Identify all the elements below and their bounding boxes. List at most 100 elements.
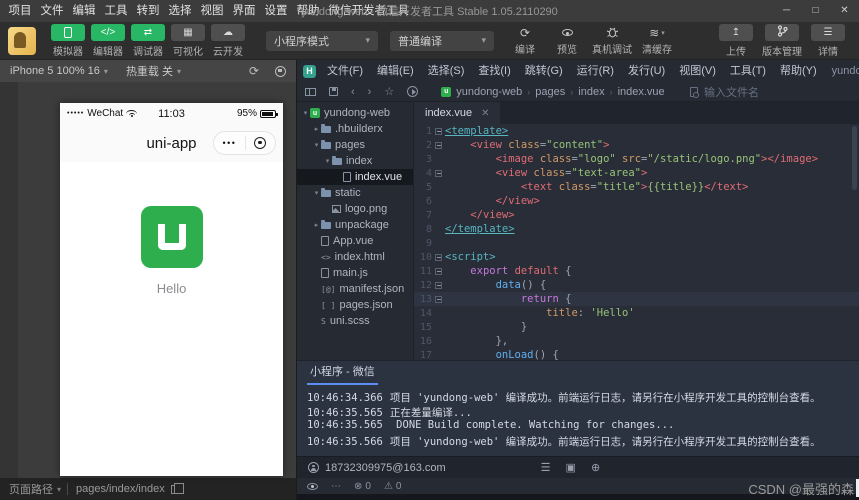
refresh-simulator-icon[interactable]: ⟳ [249,64,259,78]
hot-reload-toggle[interactable]: 热重载 关 ▾ [126,63,181,79]
forward-icon[interactable]: › [368,82,372,102]
breadcrumb-item[interactable]: pages [535,86,565,98]
tree-item-.hbuilderx[interactable]: ▸ .hbuilderx [297,121,413,137]
close-tab-icon[interactable]: ✕ [481,108,489,119]
code-line-8[interactable]: 8 </template> [414,222,859,236]
menu-item[interactable]: 选择 [164,0,196,22]
code-line-9[interactable]: 9 [414,236,859,250]
save-icon[interactable] [329,82,338,102]
tree-item-index.html[interactable]: <> index.html [297,249,413,265]
code-line-15[interactable]: 15 } [414,320,859,334]
hbuilderx-menu-item[interactable]: 跳转(G) [518,60,570,82]
hbuilderx-menu-item[interactable]: 帮助(Y) [773,60,824,82]
fold-icon[interactable] [435,267,442,275]
toolbar-grid-button[interactable]: ▦ 可视化 [168,23,208,58]
hbuilderx-menu-item[interactable]: 查找(I) [471,60,517,82]
hbuilderx-menu-item[interactable]: 视图(V) [672,60,723,82]
toolbar-code-button[interactable]: </> 编辑器 [88,23,128,58]
preview-button[interactable]: 预览 [546,25,588,56]
code-line-14[interactable]: 14 title: 'Hello' [414,306,859,320]
window-layout-icon[interactable]: ▣ [566,461,576,474]
version-control-button[interactable]: 版本管理 [759,23,805,58]
hbuilderx-menu-item[interactable]: 选择(S) [421,60,472,82]
fold-icon[interactable] [435,127,442,135]
remote-debug-button[interactable]: 真机调试 [588,25,636,56]
fold-icon[interactable] [435,281,442,289]
fold-icon[interactable] [435,141,442,149]
code-line-6[interactable]: 6 </view> [414,194,859,208]
hbuilderx-menu-item[interactable]: 文件(F) [320,60,370,82]
code-line-2[interactable]: 2 <view class="content"> [414,138,859,152]
tree-item-pages[interactable]: ▾ pages [297,137,413,153]
tree-item-logo.png[interactable]: logo.png [297,201,413,217]
menu-item[interactable]: 项目 [4,0,36,22]
panel-toggle-icon[interactable] [305,82,316,102]
device-selector[interactable]: iPhone 5 100% 16 ▾ [10,65,108,77]
breadcrumb-item[interactable]: index [578,86,604,98]
console-layout-icon[interactable]: ☰ [541,461,551,474]
console-tab-miniprogram[interactable]: 小程序 - 微信 [307,363,378,385]
code-line-11[interactable]: 11 export default { [414,264,859,278]
tree-item-pages.json[interactable]: [ ] pages.json [297,297,413,313]
maximize-button[interactable]: □ [801,0,830,22]
tree-item-App.vue[interactable]: App.vue [297,233,413,249]
tree-item-index[interactable]: ▾ index [297,153,413,169]
more-icon[interactable]: ⋯ [331,481,341,492]
toolbar-swap-button[interactable]: ⇄ 调试器 [128,23,168,58]
toolbar-phone-button[interactable]: 模拟器 [48,23,88,58]
code-line-4[interactable]: 4 <view class="text-area"> [414,166,859,180]
menu-item[interactable]: 设置 [260,0,292,22]
menu-item[interactable]: 工具 [100,0,132,22]
tab-index-vue[interactable]: index.vue ✕ [414,102,501,124]
tree-item-static[interactable]: ▾ static [297,185,413,201]
code-line-13[interactable]: 13 return { [414,292,859,306]
account-email[interactable]: 18732309975@163.com [325,462,446,474]
tree-item-yundong-web[interactable]: ▾ u yundong-web [297,105,413,121]
page-path-dropdown[interactable]: 页面路径 [9,481,53,497]
breadcrumb-item[interactable]: yundong-web [456,86,522,98]
clear-cache-button[interactable]: ≋ ▾ 清缓存 [636,25,678,57]
menu-item[interactable]: 编辑 [68,0,100,22]
editor-scrollbar[interactable] [852,126,857,190]
run-icon[interactable] [407,82,419,102]
compile-button[interactable]: ⟳ 编译 [504,25,546,57]
code-line-5[interactable]: 5 <text class="title">{{title}}</text> [414,180,859,194]
tree-item-manifest.json[interactable]: [@] manifest.json [297,281,413,297]
mode-dropdown[interactable]: 小程序模式 ▾ [266,30,378,51]
user-avatar[interactable] [8,26,36,55]
code-line-3[interactable]: 3 <image class="logo" src="/static/logo.… [414,152,859,166]
menu-item[interactable]: 文件 [36,0,68,22]
upload-button[interactable]: ↥ 上传 [713,23,759,58]
toolbar-cloud-button[interactable]: ☁ 云开发 [208,23,248,58]
code-area[interactable]: 1 <template> 2 <view class="content"> 3 <im… [414,124,859,360]
warning-count[interactable]: ⚠ 0 [384,481,402,492]
file-search[interactable]: 输入文件名 [690,84,759,100]
code-line-17[interactable]: 17 onLoad() { [414,348,859,360]
code-line-7[interactable]: 7 </view> [414,208,859,222]
menu-item[interactable]: 转到 [132,0,164,22]
menu-item[interactable]: 界面 [228,0,260,22]
tree-item-unpackage[interactable]: ▸ unpackage [297,217,413,233]
error-count[interactable]: ⊗ 0 [354,481,371,492]
menu-item[interactable]: 视图 [196,0,228,22]
breadcrumb-item[interactable]: index.vue [618,86,665,98]
fold-icon[interactable] [435,295,442,303]
close-button[interactable]: ✕ [830,0,859,22]
hbuilderx-menu-item[interactable]: 编辑(E) [370,60,421,82]
tree-item-main.js[interactable]: main.js [297,265,413,281]
hbuilderx-menu-item[interactable]: 发行(U) [621,60,672,82]
code-line-10[interactable]: 10 <script> [414,250,859,264]
code-line-12[interactable]: 12 data() { [414,278,859,292]
details-button[interactable]: ☰ 详情 [805,23,851,58]
compile-dropdown[interactable]: 普通编译 ▾ [390,30,494,51]
close-target-icon[interactable] [254,137,267,149]
fold-icon[interactable] [435,253,442,261]
code-line-1[interactable]: 1 <template> [414,124,859,138]
copy-icon[interactable] [170,482,184,494]
tree-item-uni.scss[interactable]: Suni.scss [297,313,413,329]
hbuilderx-menu-item[interactable]: 运行(R) [570,60,621,82]
browser-icon[interactable]: ⊕ [591,461,600,474]
screenshot-record-icon[interactable] [275,65,286,77]
back-icon[interactable]: ‹ [351,82,355,102]
code-line-16[interactable]: 16 }, [414,334,859,348]
